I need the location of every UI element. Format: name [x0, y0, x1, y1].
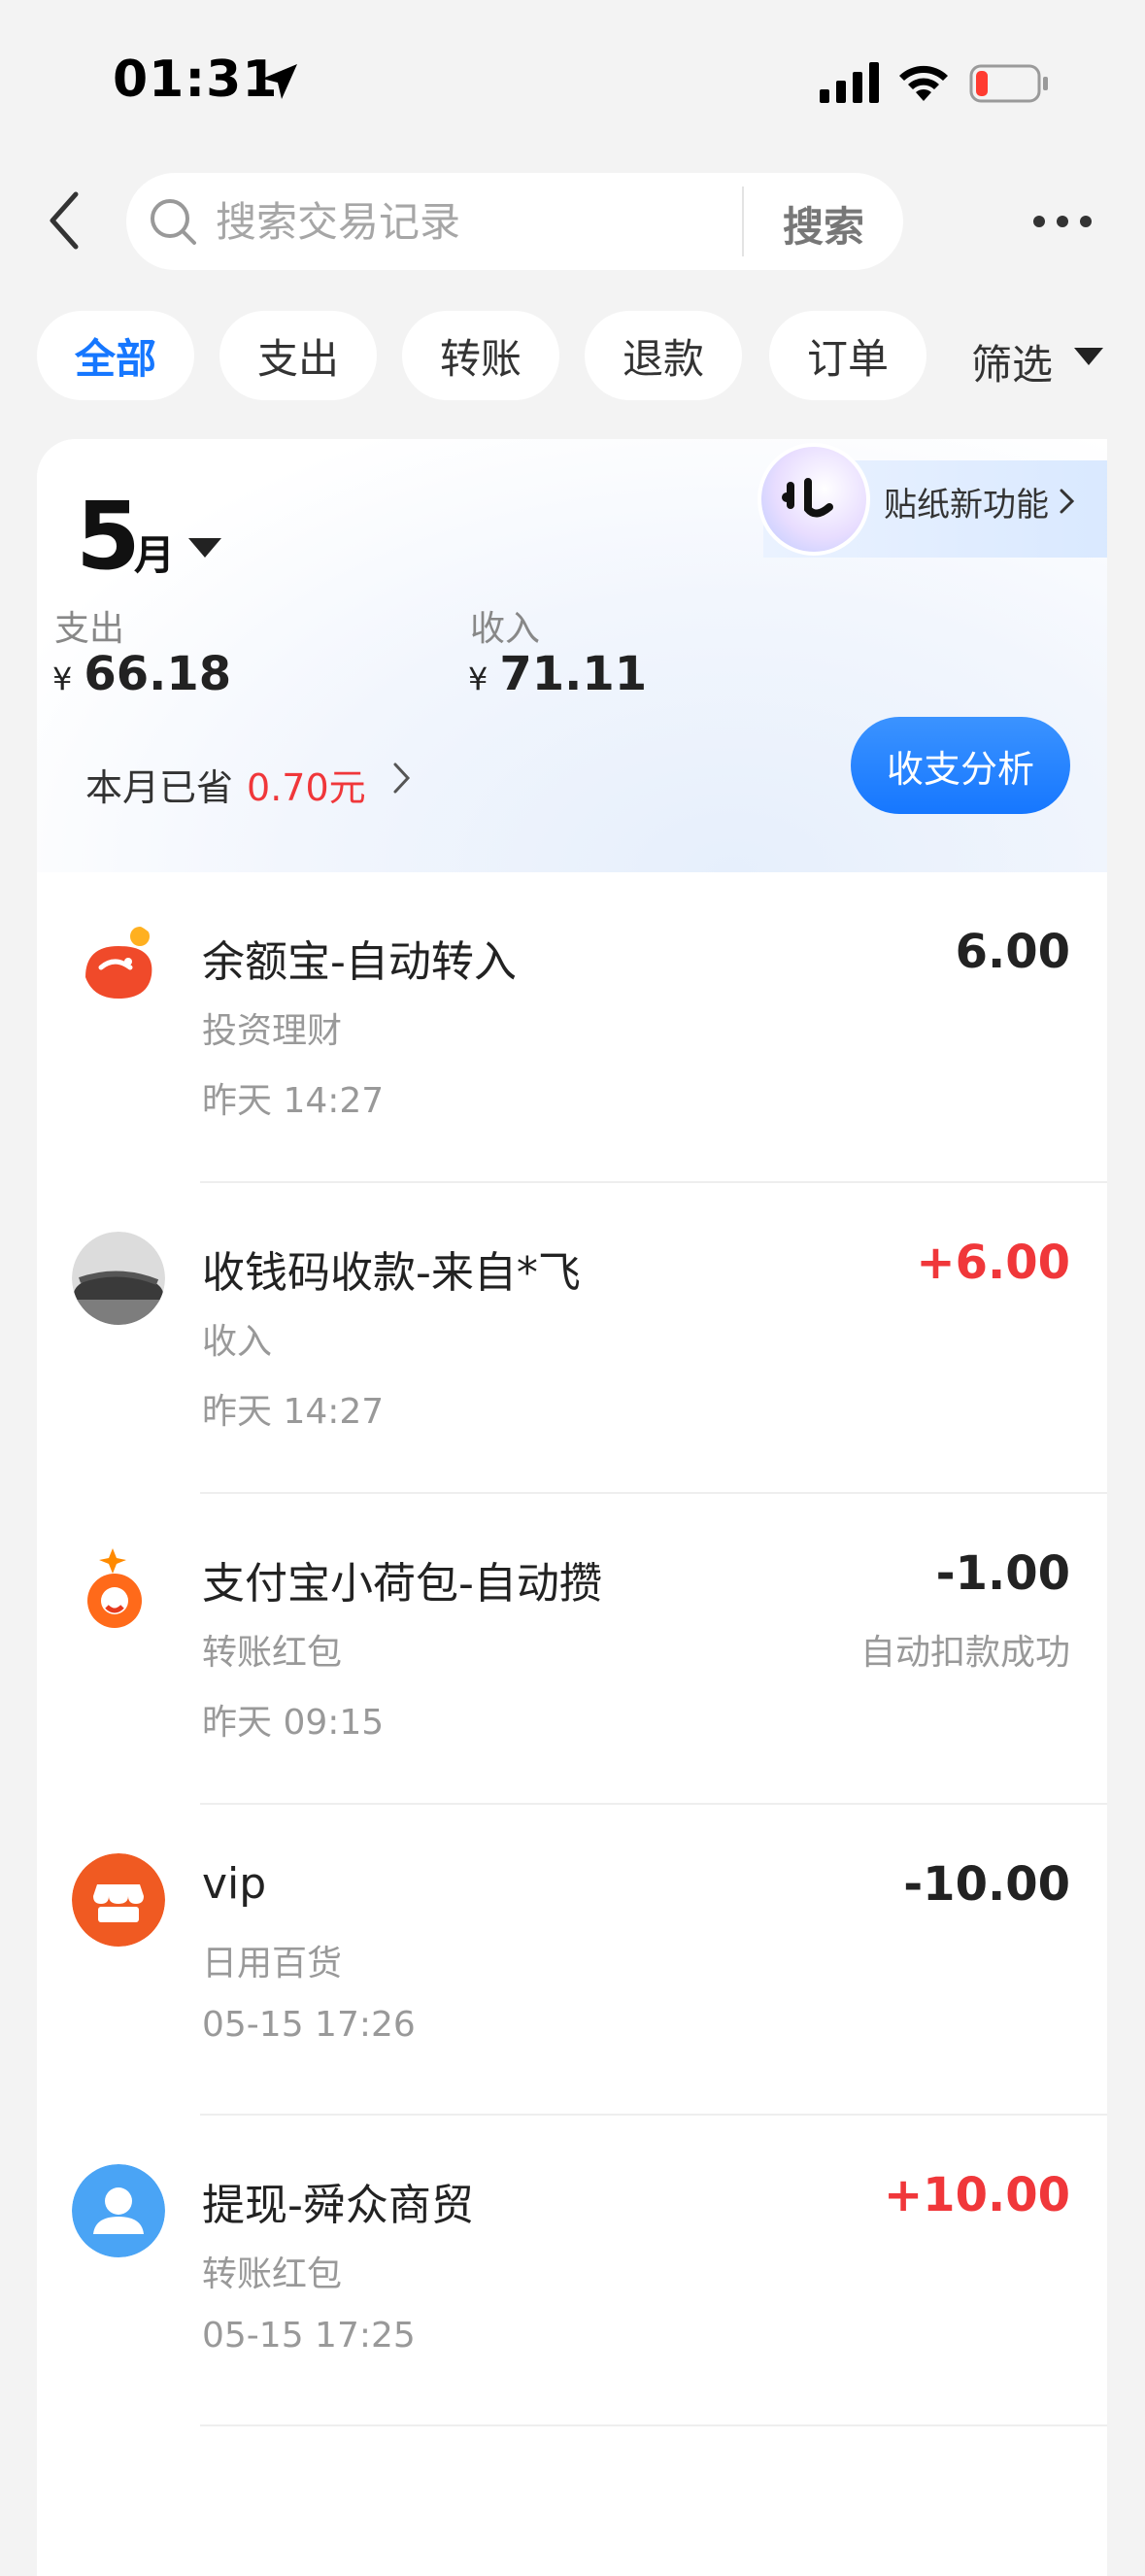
filter-caret-down-icon[interactable] [1074, 348, 1103, 367]
tab-expense[interactable]: 支出 [219, 311, 377, 400]
transaction-amount: -10.00 [903, 1857, 1070, 1912]
transaction-title: 提现-舜众商贸 [202, 2181, 474, 2230]
tab-refund[interactable]: 退款 [585, 311, 742, 400]
transaction-row[interactable]: vip 日用百货 05-15 17:26 -10.00 [37, 1805, 1107, 2116]
battery-low-icon [969, 64, 1048, 103]
transaction-title: vip [202, 1859, 267, 1909]
chevron-right-icon[interactable] [1059, 488, 1076, 515]
month-unit[interactable]: 月 [134, 523, 175, 582]
transaction-amount: -1.00 [935, 1546, 1070, 1601]
income-label: 收入 [470, 609, 541, 649]
more-dots-icon[interactable] [1031, 214, 1094, 229]
saved-amount: 0.70元 [247, 766, 366, 809]
saved-label: 本月已省 [85, 766, 234, 809]
transaction-time: 昨天 09:15 [202, 1703, 385, 1743]
sticker-feature-label[interactable]: 贴纸新功能 [884, 478, 1049, 525]
cellular-signal-icon [820, 62, 879, 103]
xiaohebao-icon [72, 1542, 165, 1636]
transaction-amount: +6.00 [916, 1236, 1070, 1290]
expense-label: 支出 [54, 609, 125, 649]
search-input[interactable] [216, 194, 847, 249]
transaction-category: 转账红包 [202, 2254, 343, 2294]
transaction-status: 自动扣款成功 [859, 1633, 1070, 1673]
location-arrow-icon [262, 64, 297, 99]
filter-button[interactable]: 筛选 [971, 332, 1053, 391]
transaction-row[interactable]: 余额宝-自动转入 投资理财 昨天 14:27 6.00 [37, 872, 1107, 1183]
transaction-category: 投资理财 [202, 1011, 343, 1051]
transaction-time: 05-15 17:25 [202, 2316, 416, 2356]
search-button[interactable]: 搜索 [783, 194, 864, 254]
monthly-summary: 5 月 贴纸新功能 支出 ¥66.18 收入 ¥71.11 本月已省 0.70元 … [37, 439, 1107, 872]
transaction-category: 收入 [202, 1322, 273, 1362]
currency-symbol: ¥ [52, 661, 73, 697]
status-time: 01:31 [113, 51, 279, 109]
yuebao-icon [72, 921, 165, 1014]
transaction-category: 转账红包 [202, 1633, 343, 1673]
tab-transfer[interactable]: 转账 [402, 311, 559, 400]
transaction-row[interactable]: 收钱码收款-来自*飞 收入 昨天 14:27 +6.00 [37, 1183, 1107, 1494]
monthly-saved[interactable]: 本月已省 0.70元 [85, 758, 366, 811]
transaction-time: 05-15 17:26 [202, 2005, 416, 2045]
transaction-amount: +10.00 [883, 2168, 1070, 2222]
currency-symbol: ¥ [468, 661, 488, 697]
month-number[interactable]: 5 [76, 482, 141, 591]
transaction-row[interactable]: 提现-舜众商贸 转账红包 05-15 17:25 +10.00 [37, 2116, 1107, 2426]
income-expense-analysis-button[interactable]: 收支分析 [851, 717, 1070, 814]
sticker-mascot-icon[interactable] [758, 443, 870, 556]
transaction-title: 余额宝-自动转入 [202, 937, 517, 987]
transaction-row[interactable]: 支付宝小荷包-自动攒 转账红包 昨天 09:15 -1.00 自动扣款成功 [37, 1494, 1107, 1805]
user-icon [72, 2164, 165, 2257]
income-value: 71.11 [499, 647, 648, 701]
month-caret-down-icon[interactable] [188, 538, 221, 559]
tab-order[interactable]: 订单 [769, 311, 926, 400]
bill-card: 5 月 贴纸新功能 支出 ¥66.18 收入 ¥71.11 本月已省 0.70元 … [37, 439, 1107, 2576]
transaction-time: 昨天 14:27 [202, 1081, 385, 1121]
divider [200, 2424, 1107, 2426]
back-arrow-icon[interactable] [41, 188, 89, 253]
search-icon [151, 199, 196, 245]
transaction-title: 收钱码收款-来自*飞 [202, 1248, 581, 1298]
transaction-amount: 6.00 [955, 925, 1070, 979]
transaction-category: 日用百货 [202, 1944, 343, 1983]
expense-value: 66.18 [84, 647, 232, 701]
search-divider [742, 186, 744, 256]
avatar-photo-icon [72, 1232, 165, 1325]
tab-all[interactable]: 全部 [37, 311, 194, 400]
chevron-right-icon[interactable] [392, 762, 412, 795]
transaction-title: 支付宝小荷包-自动攒 [202, 1559, 602, 1609]
expense-total: ¥66.18 [52, 647, 231, 701]
shop-icon [72, 1853, 165, 1947]
transaction-time: 昨天 14:27 [202, 1392, 385, 1432]
wifi-icon [899, 65, 948, 101]
search-bar[interactable]: 搜索 [126, 173, 903, 270]
income-total: ¥71.11 [468, 647, 647, 701]
